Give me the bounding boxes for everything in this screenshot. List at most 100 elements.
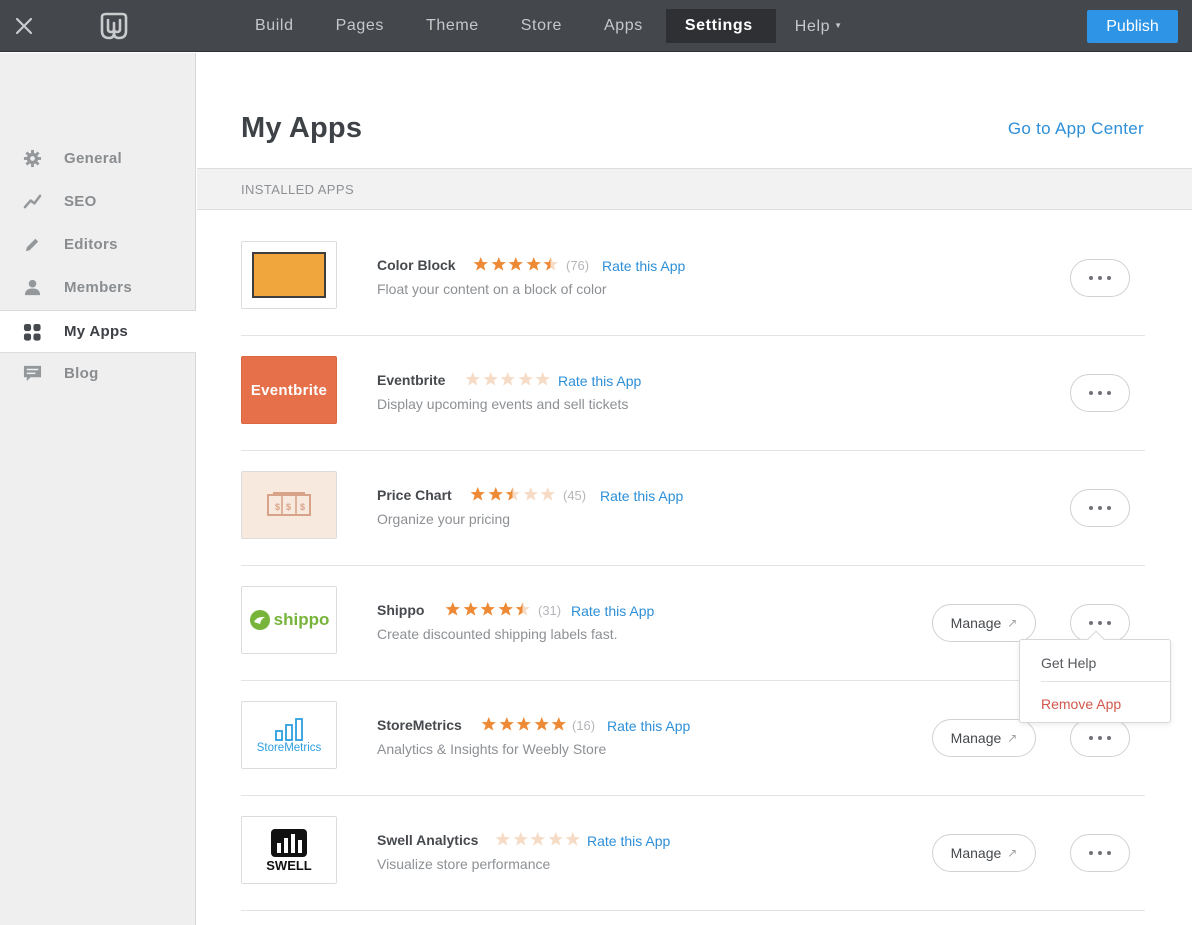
app-row-color-block: Color Block (76) Rate this App Float you… — [241, 241, 1145, 336]
sidebar-item-general[interactable]: General — [0, 137, 196, 180]
app-logo: $ $ $ — [241, 471, 337, 539]
external-link-icon: ↗ — [1007, 731, 1018, 745]
nav-build[interactable]: Build — [236, 9, 317, 43]
manage-button[interactable]: Manage ↗ — [932, 719, 1036, 757]
grid-icon — [23, 323, 41, 341]
manage-button[interactable]: Manage ↗ — [932, 834, 1036, 872]
section-label: INSTALLED APPS — [241, 182, 355, 197]
person-icon — [24, 279, 41, 296]
external-link-icon: ↗ — [1007, 616, 1018, 630]
more-options-button[interactable] — [1070, 719, 1130, 757]
pencil-icon — [25, 238, 39, 252]
page-title: My Apps — [241, 112, 363, 144]
price-chart-logo-icon: $ $ $ — [267, 492, 311, 516]
rate-app-link[interactable]: Rate this App — [571, 603, 654, 619]
logo-text: Eventbrite — [250, 381, 328, 399]
nav-settings[interactable]: Settings — [665, 9, 776, 43]
shippo-logo-icon — [249, 610, 270, 630]
star-icon — [505, 487, 520, 501]
app-row-storemetrics: StoreMetrics StoreMetrics (16) Rate this… — [241, 701, 1145, 796]
sidebar-item-label: Blog — [64, 365, 99, 382]
more-options-button[interactable] — [1070, 374, 1130, 412]
top-bar: Build Pages Theme Store Apps Settings He… — [0, 0, 1192, 52]
rate-app-link[interactable]: Rate this App — [587, 833, 670, 849]
app-name: Eventbrite — [377, 372, 446, 388]
app-name: Shippo — [377, 602, 425, 618]
nav-help[interactable]: Help ▼ — [776, 9, 866, 43]
rate-app-link[interactable]: Rate this App — [600, 488, 683, 504]
nav-pages[interactable]: Pages — [317, 9, 407, 43]
star-rating[interactable] — [472, 256, 560, 272]
app-description: Analytics & Insights for Weebly Store — [377, 741, 607, 757]
app-logo: StoreMetrics — [241, 701, 337, 769]
sidebar-item-blog[interactable]: Blog — [0, 352, 196, 395]
svg-text:$: $ — [286, 502, 291, 512]
nav-theme[interactable]: Theme — [407, 9, 502, 43]
star-icon — [473, 257, 488, 271]
star-icon — [508, 257, 523, 271]
star-icon — [523, 487, 538, 501]
publish-button[interactable]: Publish — [1087, 10, 1178, 43]
star-icon — [526, 257, 541, 271]
app-name: Price Chart — [377, 487, 452, 503]
sidebar-item-my-apps[interactable]: My Apps — [0, 310, 196, 353]
speech-bubble-icon — [23, 365, 42, 382]
app-description: Visualize store performance — [377, 856, 551, 872]
storemetrics-logo-icon — [275, 717, 303, 741]
app-description: Organize your pricing — [377, 511, 511, 527]
star-icon — [565, 832, 580, 846]
swell-logo-icon — [271, 829, 307, 857]
main-nav: Build Pages Theme Store Apps Settings He… — [236, 9, 866, 43]
get-help-menu-item[interactable]: Get Help — [1041, 655, 1096, 671]
star-icon — [551, 717, 566, 731]
weebly-logo-icon[interactable] — [100, 12, 128, 40]
settings-sidebar: General SEO Editors Members My Apps Blog — [0, 53, 196, 925]
svg-text:$: $ — [300, 502, 305, 512]
star-icon — [540, 487, 555, 501]
sidebar-item-editors[interactable]: Editors — [0, 223, 196, 266]
app-options-dropdown: Get Help Remove App — [1019, 630, 1171, 723]
app-row-shippo: shippo Shippo (31) Rate this App Create … — [241, 586, 1145, 681]
star-rating[interactable] — [494, 831, 582, 847]
star-icon — [515, 602, 530, 616]
manage-button[interactable]: Manage ↗ — [932, 604, 1036, 642]
logo-text: SWELL — [266, 858, 312, 873]
star-icon — [495, 832, 510, 846]
star-icon — [535, 372, 550, 386]
star-rating[interactable] — [480, 716, 568, 732]
review-count: (31) — [538, 603, 562, 618]
star-icon — [518, 372, 533, 386]
sidebar-item-seo[interactable]: SEO — [0, 180, 196, 223]
logo-text: StoreMetrics — [256, 741, 322, 754]
nav-apps[interactable]: Apps — [585, 9, 666, 43]
nav-store[interactable]: Store — [502, 9, 585, 43]
star-icon — [548, 832, 563, 846]
star-icon — [516, 717, 531, 731]
logo-text: shippo — [273, 610, 330, 629]
go-to-app-center-link[interactable]: Go to App Center — [1008, 119, 1144, 139]
star-icon — [543, 257, 558, 271]
star-rating[interactable] — [464, 371, 552, 387]
review-count: (45) — [563, 488, 587, 503]
rate-app-link[interactable]: Rate this App — [607, 718, 690, 734]
star-rating[interactable] — [444, 601, 532, 617]
more-options-button[interactable] — [1070, 259, 1130, 297]
app-description: Create discounted shipping labels fast. — [377, 626, 618, 642]
star-rating[interactable] — [469, 486, 557, 502]
close-icon[interactable] — [14, 16, 34, 36]
app-logo — [241, 241, 337, 309]
review-count: (76) — [566, 258, 590, 273]
trend-icon — [23, 194, 42, 209]
rate-app-link[interactable]: Rate this App — [558, 373, 641, 389]
sidebar-item-members[interactable]: Members — [0, 266, 196, 309]
more-options-button[interactable] — [1070, 489, 1130, 527]
more-options-button[interactable] — [1070, 834, 1130, 872]
star-icon — [465, 372, 480, 386]
color-block-swatch — [252, 252, 326, 298]
star-icon — [499, 717, 514, 731]
star-icon — [498, 602, 513, 616]
remove-app-menu-item[interactable]: Remove App — [1041, 696, 1121, 712]
app-logo: Eventbrite — [241, 356, 337, 424]
caret-down-icon: ▼ — [834, 21, 843, 30]
rate-app-link[interactable]: Rate this App — [602, 258, 685, 274]
